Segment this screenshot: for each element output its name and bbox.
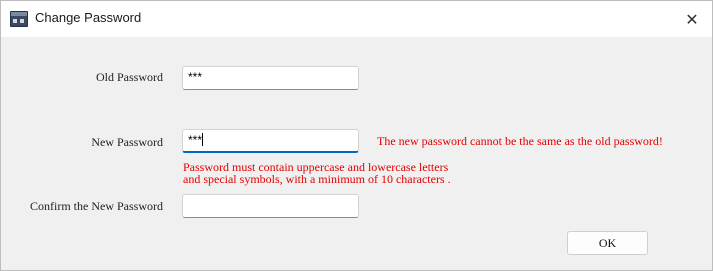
text-caret <box>202 133 204 146</box>
new-password-field[interactable]: *** <box>182 129 359 153</box>
ok-button[interactable]: OK <box>567 231 648 255</box>
new-password-value: *** <box>188 133 203 147</box>
old-password-label: Old Password <box>95 70 163 84</box>
confirm-password-label: Confirm the New Password <box>30 199 163 213</box>
change-password-dialog: Change Password ✕ Old Password *** New P… <box>0 0 713 271</box>
confirm-password-field[interactable] <box>182 194 359 218</box>
new-password-label: New Password <box>91 135 163 149</box>
title-bar: Change Password ✕ <box>1 1 712 37</box>
old-password-value: *** <box>188 70 203 84</box>
window-title: Change Password <box>35 10 142 25</box>
close-icon[interactable]: ✕ <box>672 1 712 37</box>
old-password-field[interactable]: *** <box>182 66 359 90</box>
app-window-icon <box>10 11 28 27</box>
same-password-error: The new password cannot be the same as t… <box>377 134 663 148</box>
password-rule-hint-line2: and special symbols, with a minimum of 1… <box>183 172 451 186</box>
